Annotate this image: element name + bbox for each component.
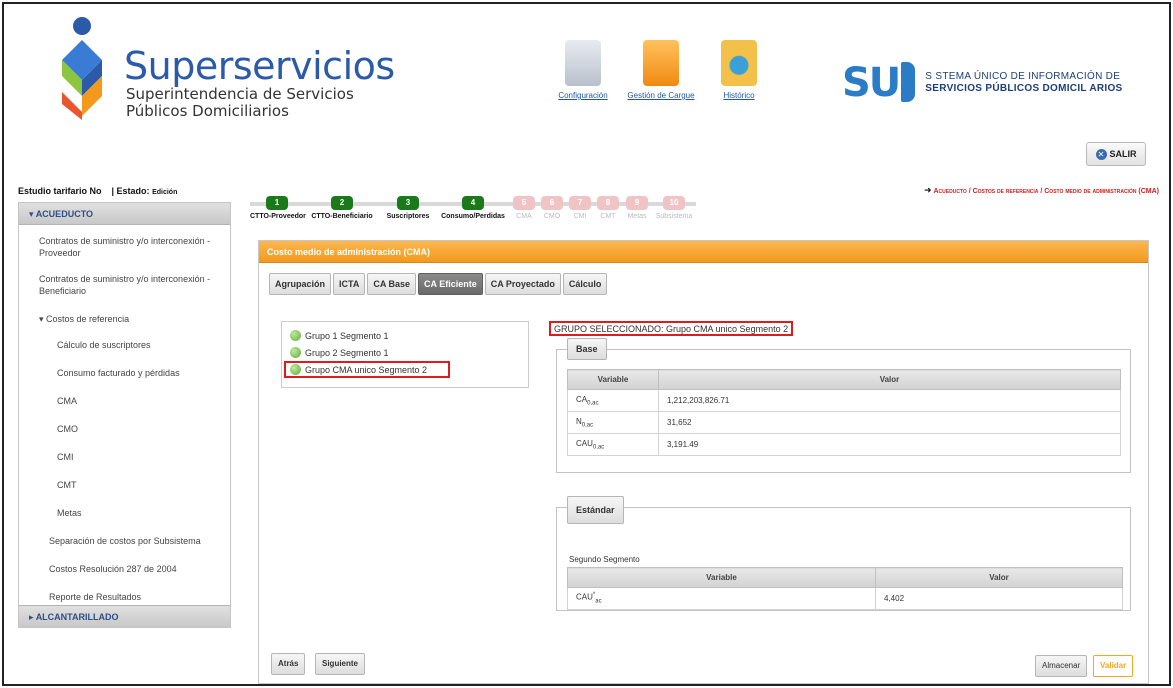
sidebar-item-ctto-proveedor[interactable]: Contratos de suministro y/o interconexió…	[19, 225, 230, 265]
next-button[interactable]: Siguiente	[315, 653, 366, 675]
estandar-table: Variable Valor CAU*ac 4,402	[567, 567, 1123, 610]
base-table: Variable Valor CA0,ac 1,212,203,826.71 N…	[567, 369, 1121, 456]
step-9[interactable]: 9 Metas	[622, 196, 652, 220]
table-row: CAU*ac 4,402	[567, 587, 1123, 610]
sidebar-subitem-cma[interactable]: CMA	[19, 387, 230, 415]
app-frame: Superservicios Superintendencia de Servi…	[2, 2, 1171, 686]
arrow-right-icon: ➜	[923, 185, 932, 195]
study-status: Estudio tarifario No | Estado: Edición	[18, 186, 177, 196]
sui-line-1: S STEMA ÚNICO DE INFORMACIÓN DE	[925, 71, 1121, 82]
state-label: | Estado:	[111, 186, 150, 196]
nav-configuracion-label[interactable]: Configuración	[558, 91, 607, 100]
sui-line-2: SERVICIOS PÚBLICOS DOMICIL ARIOS	[925, 83, 1123, 94]
tab-calculo[interactable]: Cálculo	[562, 273, 608, 295]
breadcrumb: ➜ Acueducto / Costos de referencia / Cost…	[923, 185, 1159, 195]
col-valor: Valor	[875, 567, 1123, 588]
tab-bar: Agrupación ICTA CA Base CA Eficiente CA …	[269, 273, 609, 295]
leaf-icon	[290, 347, 301, 358]
tree-node-grupo-2[interactable]: Grupo 2 Segmento 1	[290, 344, 520, 361]
tab-icta[interactable]: ICTA	[333, 273, 366, 295]
sidebar-section-alcantarillado[interactable]: ▸ ALCANTARILLADO	[19, 605, 230, 627]
sidebar-item-ctto-beneficiario[interactable]: Contratos de suministro y/o interconexió…	[19, 265, 230, 303]
tree-node-grupo-cma-unico[interactable]: Grupo CMA unico Segmento 2	[284, 361, 450, 378]
sidebar-item-separacion[interactable]: Separación de costos por Subsistema	[19, 527, 230, 555]
close-icon: ✕	[1095, 148, 1107, 160]
validate-button[interactable]: Validar	[1093, 655, 1134, 677]
table-row: CA0,ac 1,212,203,826.71	[567, 389, 1121, 412]
step-5[interactable]: 5 CMA	[510, 196, 538, 220]
brand: Superservicios Superintendencia de Servi…	[124, 46, 395, 120]
tab-agrupacion[interactable]: Agrupación	[269, 273, 332, 295]
estandar-legend: Estándar	[567, 496, 624, 524]
col-valor: Valor	[658, 369, 1121, 390]
brand-title: Superservicios	[124, 44, 395, 88]
sidebar-item-costos-287[interactable]: Costos Resolución 287 de 2004	[19, 555, 230, 583]
col-variable: Variable	[567, 567, 876, 588]
tab-ca-base[interactable]: CA Base	[367, 273, 417, 295]
selected-group-label: GRUPO SELECCIONADO: Grupo CMA unico Segm…	[549, 321, 794, 336]
tree-node-grupo-1[interactable]: Grupo 1 Segmento 1	[290, 327, 520, 344]
leaf-icon	[290, 364, 301, 375]
nav-historico[interactable]: Histórico	[705, 40, 773, 101]
step-1[interactable]: 1 CTTO-Proveedor	[250, 196, 306, 220]
sidebar-section-acueducto[interactable]: ▾ ACUEDUCTO	[19, 203, 230, 225]
study-label: Estudio tarifario No	[18, 186, 102, 196]
folder-icon	[643, 40, 679, 86]
nav-gestion-cargue[interactable]: Gestión de Cargue	[627, 40, 695, 101]
leaf-icon	[290, 330, 301, 341]
sidebar-subitem-suscriptores[interactable]: Cálculo de suscriptores	[19, 331, 230, 359]
back-button[interactable]: Atrás	[271, 653, 306, 675]
sidebar-subitem-metas[interactable]: Metas	[19, 499, 230, 527]
panel-title: Costo medio de administración (CMA)	[259, 241, 1148, 263]
brand-subtitle-1: Superintendencia de Servicios	[126, 85, 354, 103]
state-value: Edición	[152, 189, 178, 196]
step-3[interactable]: 3 Suscriptores	[380, 196, 436, 220]
brand-subtitle-2: Públicos Domiciliarios	[126, 102, 289, 120]
step-8[interactable]: 8 CMT	[594, 196, 622, 220]
base-legend: Base	[567, 338, 607, 360]
sui-mark: SU	[842, 60, 916, 106]
segment-label: Segundo Segmento	[569, 555, 640, 564]
step-7[interactable]: 7 CMI	[566, 196, 594, 220]
step-10[interactable]: 10 Subsistema	[652, 196, 696, 220]
superservicios-logo	[62, 17, 102, 120]
sidebar-subitem-cmt[interactable]: CMT	[19, 471, 230, 499]
sidebar-subitem-cmo[interactable]: CMO	[19, 415, 230, 443]
nav-configuracion[interactable]: Configuración	[549, 40, 617, 101]
sui-logo: SU S STEMA ÚNICO DE INFORMACIÓN DE SERVI…	[842, 60, 1123, 106]
sidebar: ▾ ACUEDUCTO Contratos de suministro y/o …	[18, 202, 231, 628]
logout-label: SALIR	[1109, 149, 1137, 159]
nav-historico-label[interactable]: Histórico	[723, 91, 754, 100]
main-panel: Costo medio de administración (CMA) Agru…	[258, 240, 1149, 684]
table-row: N0,ac 31,652	[567, 411, 1121, 434]
tab-ca-eficiente[interactable]: CA Eficiente	[418, 273, 483, 295]
save-button[interactable]: Almacenar	[1035, 655, 1088, 677]
wizard-steps: 1 CTTO-Proveedor 2 CTTO-Beneficiario 3 Susc…	[250, 196, 696, 220]
calendar-icon	[565, 40, 601, 86]
sidebar-subitem-consumo[interactable]: Consumo facturado y pérdidas	[19, 359, 230, 387]
top-nav: Configuración Gestión de Cargue Históric…	[549, 40, 783, 101]
logout-button[interactable]: ✕ SALIR	[1086, 142, 1146, 166]
step-6[interactable]: 6 CMO	[538, 196, 566, 220]
nav-gestion-cargue-label[interactable]: Gestión de Cargue	[627, 91, 694, 100]
group-tree: Grupo 1 Segmento 1 Grupo 2 Segmento 1 Gr…	[281, 321, 529, 388]
col-variable: Variable	[567, 369, 659, 390]
base-fieldset: Base Variable Valor CA0,ac 1,212,203,826…	[556, 338, 1131, 473]
clock-icon	[721, 40, 757, 86]
estandar-fieldset: Estándar Segundo Segmento Variable Valor…	[556, 496, 1131, 611]
step-4[interactable]: 4 Consumo/Perdidas	[436, 196, 510, 220]
sidebar-subitem-cmi[interactable]: CMI	[19, 443, 230, 471]
table-row: CAU0,ac 3,191.49	[567, 433, 1121, 456]
step-2[interactable]: 2 CTTO-Beneficiario	[304, 196, 380, 220]
tab-ca-proyectado[interactable]: CA Proyectado	[484, 273, 561, 295]
sidebar-item-costos-referencia[interactable]: ▾ Costos de referencia	[19, 303, 230, 331]
